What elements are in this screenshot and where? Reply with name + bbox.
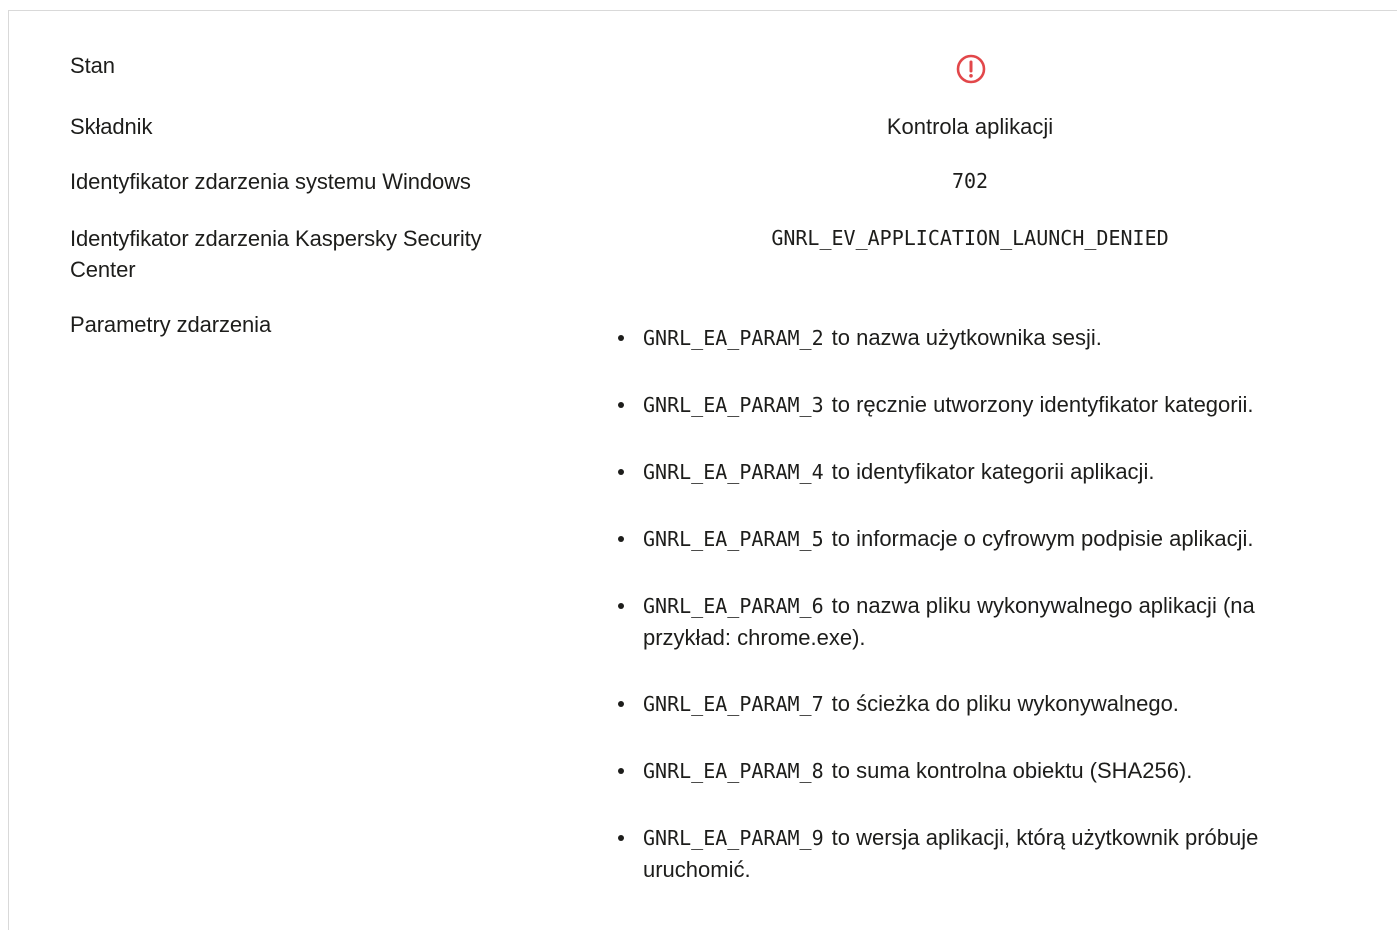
list-item: GNRL_EA_PARAM_9 to wersja aplikacji, któr… bbox=[614, 822, 1334, 885]
list-item: GNRL_EA_PARAM_2 to nazwa użytkownika sesj… bbox=[614, 322, 1334, 354]
param-description: to ręcznie utworzony identyfikator kateg… bbox=[831, 392, 1254, 417]
bullet-icon bbox=[618, 335, 624, 341]
component-label: Składnik bbox=[70, 114, 153, 139]
param-code: GNRL_EA_PARAM_4 bbox=[643, 460, 824, 484]
bullet-icon bbox=[618, 768, 624, 774]
param-description: to suma kontrolna obiektu (SHA256). bbox=[831, 758, 1193, 783]
component-value: Kontrola aplikacji bbox=[886, 114, 1054, 139]
bullet-icon bbox=[618, 835, 624, 841]
bullet-icon bbox=[618, 701, 624, 707]
bullet-icon bbox=[618, 536, 624, 542]
param-code: GNRL_EA_PARAM_7 bbox=[643, 692, 824, 716]
param-description: to nazwa użytkownika sesji. bbox=[831, 325, 1102, 350]
windows-event-id-value: 702 bbox=[951, 169, 989, 193]
alert-circle-icon bbox=[956, 54, 986, 84]
bullet-icon bbox=[618, 402, 624, 408]
list-item: GNRL_EA_PARAM_3 to ręcznie utworzony iden… bbox=[614, 389, 1334, 421]
param-description: to ścieżka do pliku wykonywalnego. bbox=[831, 691, 1179, 716]
ksc-event-id-label: Identyfikator zdarzenia Kaspersky Securi… bbox=[70, 226, 482, 282]
param-description: to identyfikator kategorii aplikacji. bbox=[831, 459, 1155, 484]
list-item: GNRL_EA_PARAM_6 to nazwa pliku wykonywaln… bbox=[614, 590, 1334, 653]
list-item: GNRL_EA_PARAM_5 to informacje o cyfrowym … bbox=[614, 523, 1334, 555]
param-code: GNRL_EA_PARAM_6 bbox=[643, 594, 824, 618]
list-item: GNRL_EA_PARAM_4 to identyfikator kategori… bbox=[614, 456, 1334, 488]
param-code: GNRL_EA_PARAM_3 bbox=[643, 393, 824, 417]
event-params-list: GNRL_EA_PARAM_2 to nazwa użytkownika sesj… bbox=[614, 322, 1334, 920]
bullet-icon bbox=[618, 469, 624, 475]
list-item: GNRL_EA_PARAM_7 to ścieżka do pliku wykon… bbox=[614, 688, 1334, 720]
bullet-icon bbox=[618, 603, 624, 609]
windows-event-id-label: Identyfikator zdarzenia systemu Windows bbox=[70, 169, 471, 194]
param-code: GNRL_EA_PARAM_5 bbox=[643, 527, 824, 551]
param-code: GNRL_EA_PARAM_2 bbox=[643, 326, 824, 350]
param-code: GNRL_EA_PARAM_8 bbox=[643, 759, 824, 783]
status-label: Stan bbox=[70, 53, 115, 78]
param-code: GNRL_EA_PARAM_9 bbox=[643, 826, 824, 850]
list-item: GNRL_EA_PARAM_8 to suma kontrolna obiektu… bbox=[614, 755, 1334, 787]
ksc-event-id-value: GNRL_EV_APPLICATION_LAUNCH_DENIED bbox=[771, 226, 1169, 250]
event-params-label: Parametry zdarzenia bbox=[70, 312, 272, 337]
param-description: to informacje o cyfrowym podpisie aplika… bbox=[831, 526, 1254, 551]
